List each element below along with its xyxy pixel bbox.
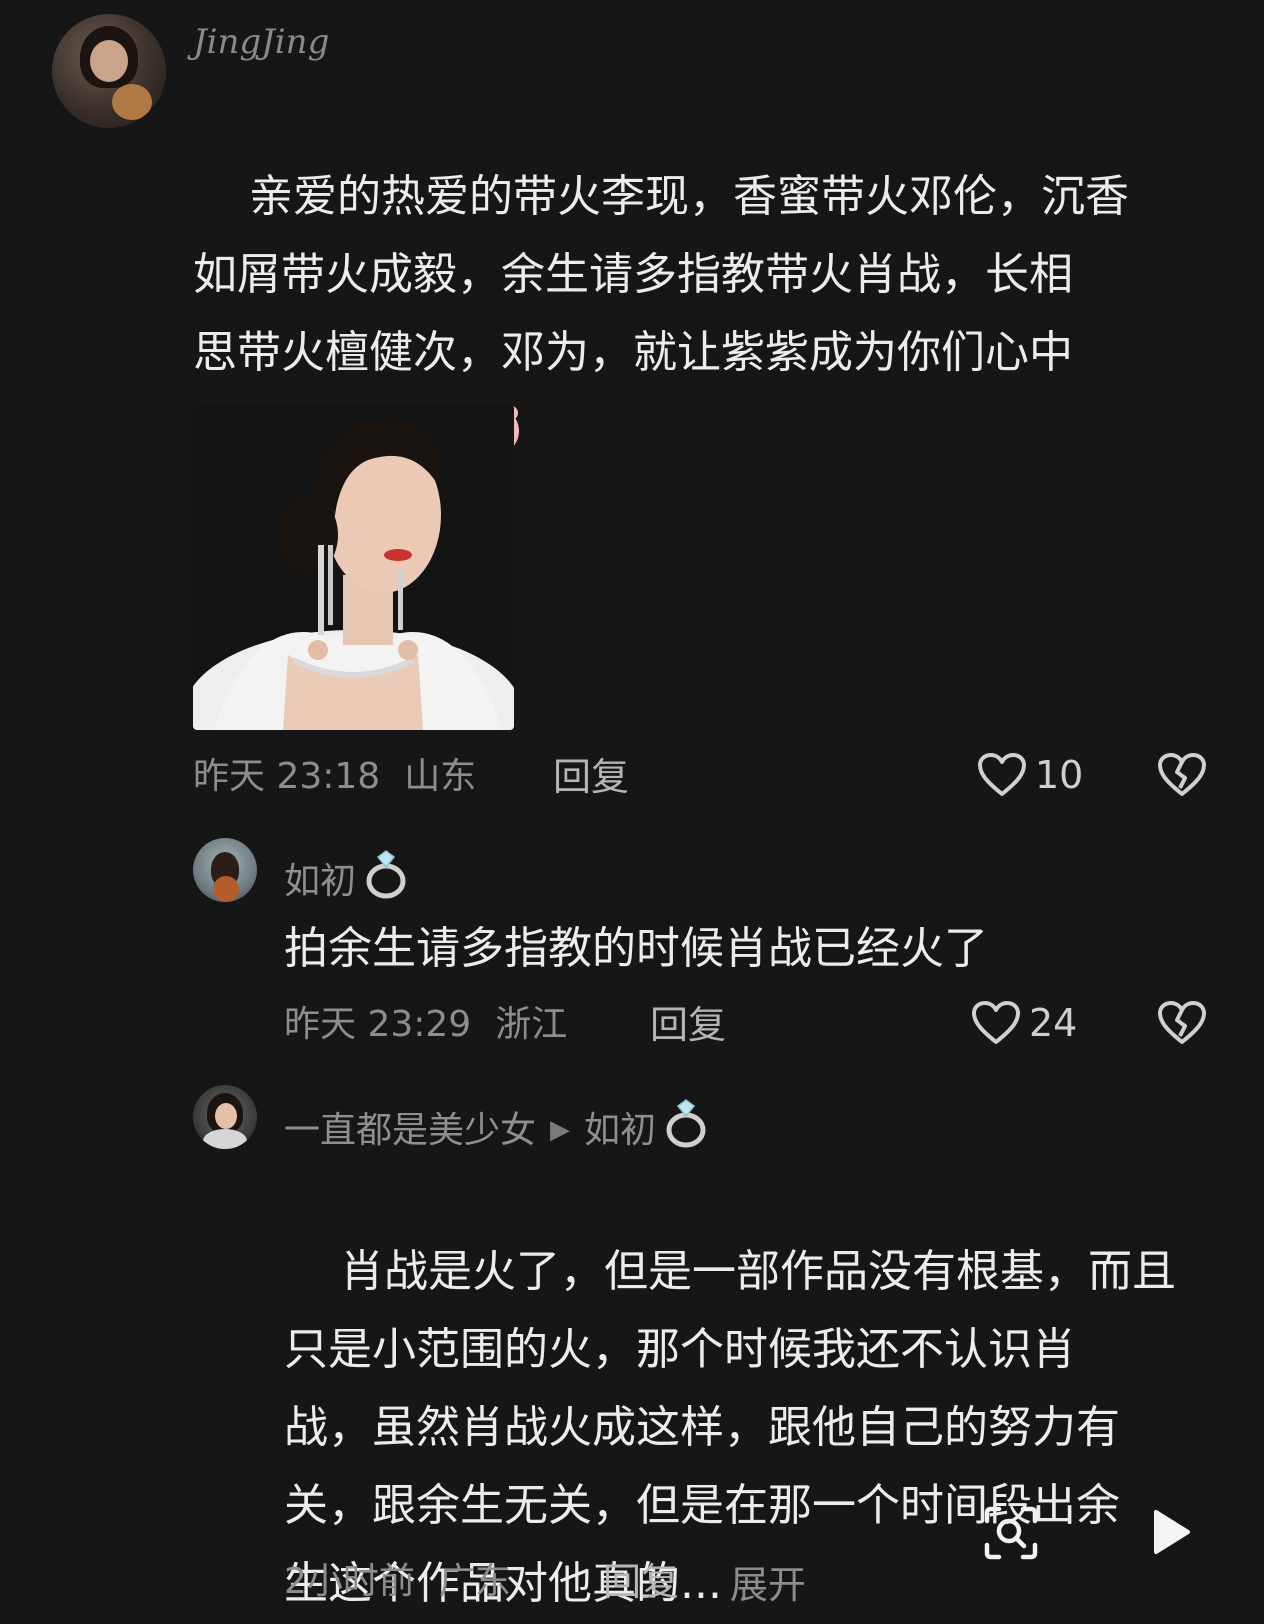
broken-heart-icon[interactable] <box>1157 1000 1207 1046</box>
comment-body: 拍余生请多指教的时候肖战已经火了 <box>284 923 988 974</box>
location: 浙江 <box>495 1004 568 1045</box>
username[interactable]: 一直都是美少女 ▶ 如初 <box>284 1098 712 1159</box>
reply-button[interactable]: 回复 <box>650 1005 726 1045</box>
avatar[interactable] <box>193 838 257 902</box>
diamond-ring-emoji <box>360 849 412 910</box>
comment-meta: 2小时前 广东 <box>284 1562 535 1602</box>
reply-to-username: 如初 <box>584 1110 657 1151</box>
comment-text: 肖战是火了，但是一部作品没有根基，而且 只是小范围的火，那个时候我还不认识肖 战… <box>284 1155 1224 1624</box>
like-count: 24 <box>1029 1001 1078 1045</box>
play-icon[interactable] <box>1150 1508 1192 1556</box>
like-count: 10 <box>1035 753 1084 797</box>
timestamp: 昨天 23:29 <box>284 1004 472 1045</box>
heart-outline-icon <box>977 752 1027 798</box>
heart-outline-icon <box>971 1000 1021 1046</box>
avatar[interactable] <box>193 1085 257 1149</box>
diamond-ring-emoji <box>660 1098 712 1159</box>
location: 广东 <box>438 1561 511 1602</box>
location: 山东 <box>404 756 477 797</box>
portrait-illustration <box>193 405 514 730</box>
like-button[interactable]: 10 <box>977 752 1083 798</box>
username-text: 一直都是美少女 <box>284 1110 537 1151</box>
expand-link[interactable]: 展开 <box>730 1563 806 1607</box>
comment-meta: 昨天 23:29 浙江 <box>284 1005 591 1045</box>
username[interactable]: 如初 <box>284 849 412 910</box>
reply-button[interactable]: 回复 <box>553 757 629 797</box>
username-text: 如初 <box>284 861 357 902</box>
reply-arrow-icon: ▶ <box>550 1115 571 1145</box>
comment-thread: JingJing 亲爱的热爱的带火李现，香蜜带火邓伦，沉香 如屑带火成毅，余生请… <box>0 0 1264 1624</box>
comment-meta: 昨天 23:18 山东 <box>193 757 500 797</box>
comment-body: 肖战是火了，但是一部作品没有根基，而且 只是小范围的火，那个时候我还不认识肖 战… <box>284 1246 1176 1609</box>
avatar[interactable] <box>52 14 166 128</box>
reply-button[interactable]: 回复 <box>603 1562 679 1602</box>
username[interactable]: JingJing <box>193 22 329 62</box>
image-search-icon[interactable] <box>983 1505 1039 1561</box>
like-button[interactable]: 24 <box>971 1000 1077 1046</box>
timestamp: 2小时前 <box>284 1561 415 1602</box>
comment-image[interactable] <box>193 405 514 730</box>
timestamp: 昨天 23:18 <box>193 756 381 797</box>
broken-heart-icon[interactable] <box>1157 752 1207 798</box>
